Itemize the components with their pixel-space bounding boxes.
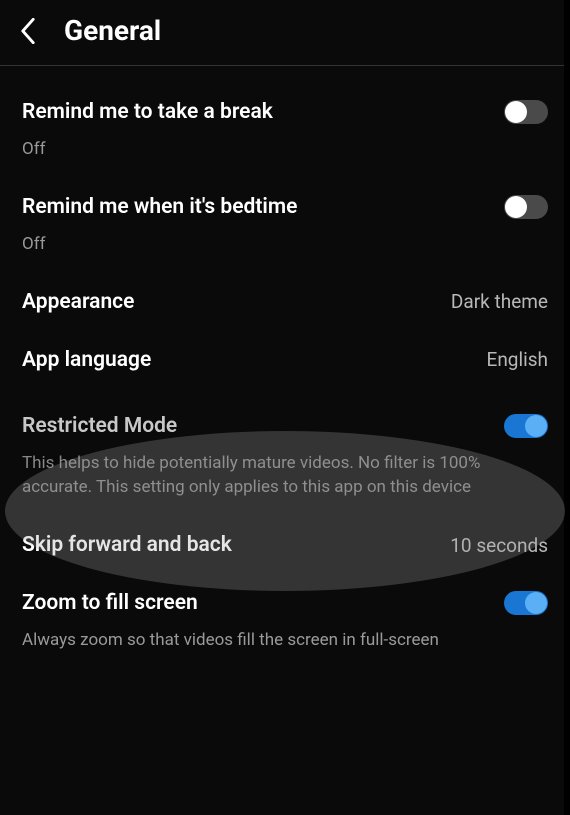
toggle-take-break[interactable] [504,100,548,124]
right-edge [564,0,570,815]
setting-value: English [487,348,548,371]
setting-description: Always zoom so that videos fill the scre… [22,629,548,652]
back-icon[interactable] [18,21,38,41]
setting-language[interactable]: App language English [22,314,548,372]
setting-value: 10 seconds [450,534,548,557]
setting-description: This helps to hide potentially mature vi… [22,452,548,500]
toggle-zoom[interactable] [504,591,548,615]
page-title: General [64,14,161,47]
setting-skip[interactable]: Skip forward and back 10 seconds [22,499,548,557]
setting-label: Remind me to take a break [22,100,273,124]
setting-value: Dark theme [451,290,548,313]
setting-appearance[interactable]: Appearance Dark theme [22,256,548,314]
setting-label: App language [22,348,151,372]
toggle-restricted-mode[interactable] [504,414,548,438]
setting-status: Off [22,233,548,256]
setting-bedtime[interactable]: Remind me when it's bedtime Off [22,161,548,256]
setting-zoom[interactable]: Zoom to fill screen Always zoom so that … [22,557,548,652]
header: General [0,0,570,66]
setting-label: Restricted Mode [22,414,177,438]
setting-label: Remind me when it's bedtime [22,195,297,219]
toggle-bedtime[interactable] [504,195,548,219]
setting-label: Skip forward and back [22,533,232,557]
setting-status: Off [22,138,548,161]
setting-take-break[interactable]: Remind me to take a break Off [22,66,548,161]
setting-restricted-mode[interactable]: Restricted Mode This helps to hide poten… [22,372,548,500]
setting-label: Zoom to fill screen [22,591,198,615]
setting-label: Appearance [22,290,134,314]
settings-list: Remind me to take a break Off Remind me … [0,66,570,652]
